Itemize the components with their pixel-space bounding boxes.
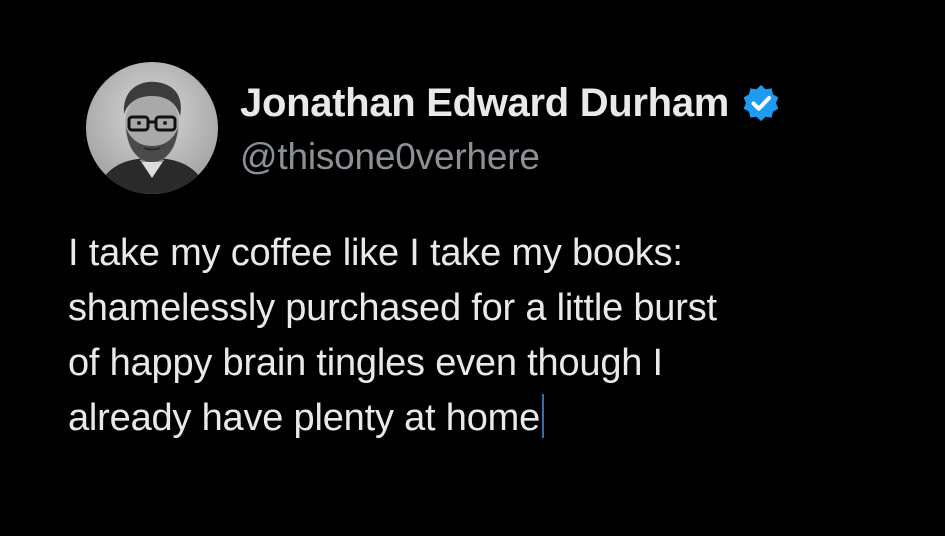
profile-photo xyxy=(86,62,218,194)
avatar[interactable] xyxy=(86,62,218,194)
verified-badge-icon xyxy=(743,85,779,121)
author-display-name[interactable]: Jonathan Edward Durham xyxy=(240,81,729,126)
tweet-text-line: of happy brain tingles even though I xyxy=(68,342,663,384)
tweet-text-line-last: already have plenty at home xyxy=(68,391,928,446)
tweet-text-line: I take my coffee like I take my books: xyxy=(68,232,683,274)
text-cursor xyxy=(542,394,545,438)
author-row: Jonathan Edward Durham xyxy=(240,74,781,132)
tweet-card: Jonathan Edward Durham @thisone0verhere … xyxy=(0,0,945,536)
author-handle[interactable]: @thisone0verhere xyxy=(240,136,540,178)
tweet-text-line: already have plenty at home xyxy=(68,397,541,439)
tweet-text-line: shamelessly purchased for a little burst xyxy=(68,287,717,329)
tweet-text: I take my coffee like I take my books: s… xyxy=(68,226,928,446)
